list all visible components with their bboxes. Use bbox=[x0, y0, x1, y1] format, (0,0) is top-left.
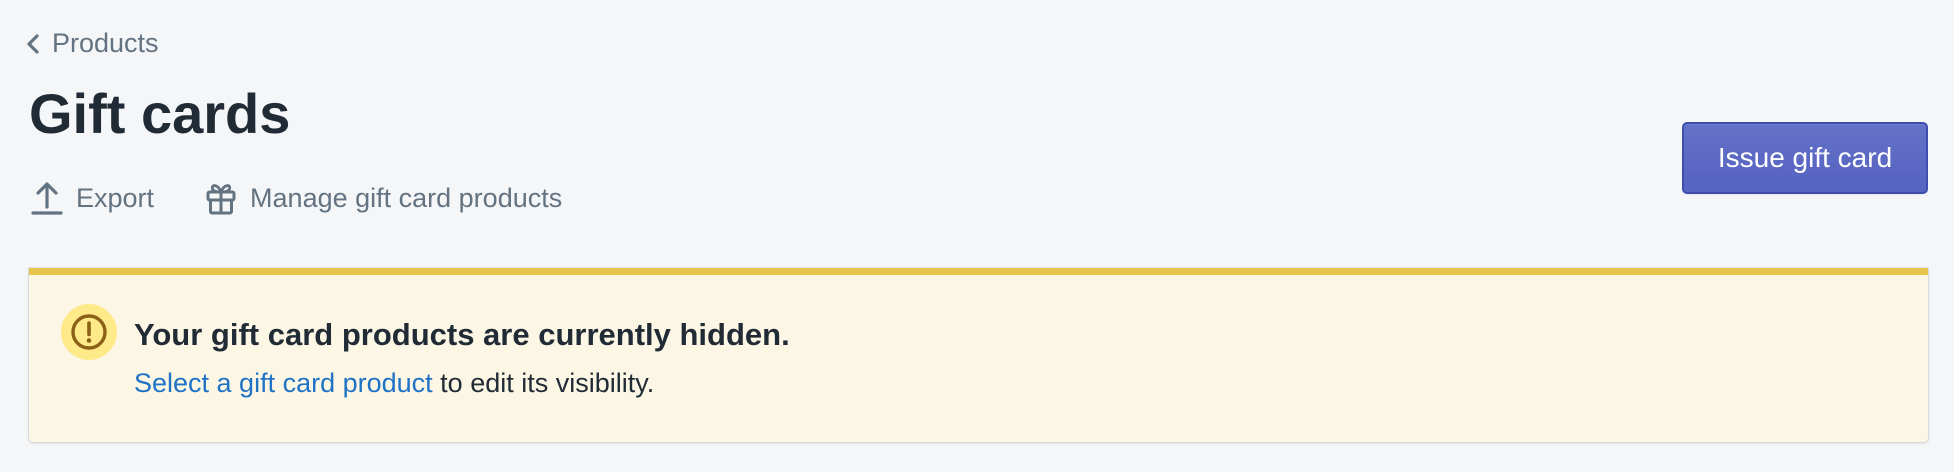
warning-banner: Your gift card products are currently hi… bbox=[29, 268, 1928, 442]
banner-body-text: to edit its visibility. bbox=[432, 368, 655, 398]
chevron-left-icon bbox=[27, 33, 39, 54]
export-action[interactable]: Export bbox=[30, 180, 154, 216]
alert-circle-glyph bbox=[71, 314, 107, 350]
page-title: Gift cards bbox=[29, 82, 291, 145]
issue-gift-card-button[interactable]: Issue gift card bbox=[1682, 122, 1928, 194]
secondary-actions: Export Manage gift card products bbox=[30, 180, 562, 216]
manage-gift-card-products-label: Manage gift card products bbox=[250, 182, 563, 213]
banner-body: Select a gift card product to edit its v… bbox=[134, 370, 654, 397]
breadcrumb-products[interactable]: Products bbox=[24, 30, 159, 57]
gift-icon bbox=[206, 184, 236, 215]
alert-circle-icon bbox=[61, 304, 117, 360]
manage-gift-card-products-action[interactable]: Manage gift card products bbox=[204, 180, 562, 216]
breadcrumb-label: Products bbox=[52, 28, 159, 58]
banner-title: Your gift card products are currently hi… bbox=[134, 317, 790, 352]
select-gift-card-product-link[interactable]: Select a gift card product bbox=[134, 368, 433, 398]
export-icon bbox=[31, 182, 63, 215]
export-label: Export bbox=[76, 182, 155, 213]
